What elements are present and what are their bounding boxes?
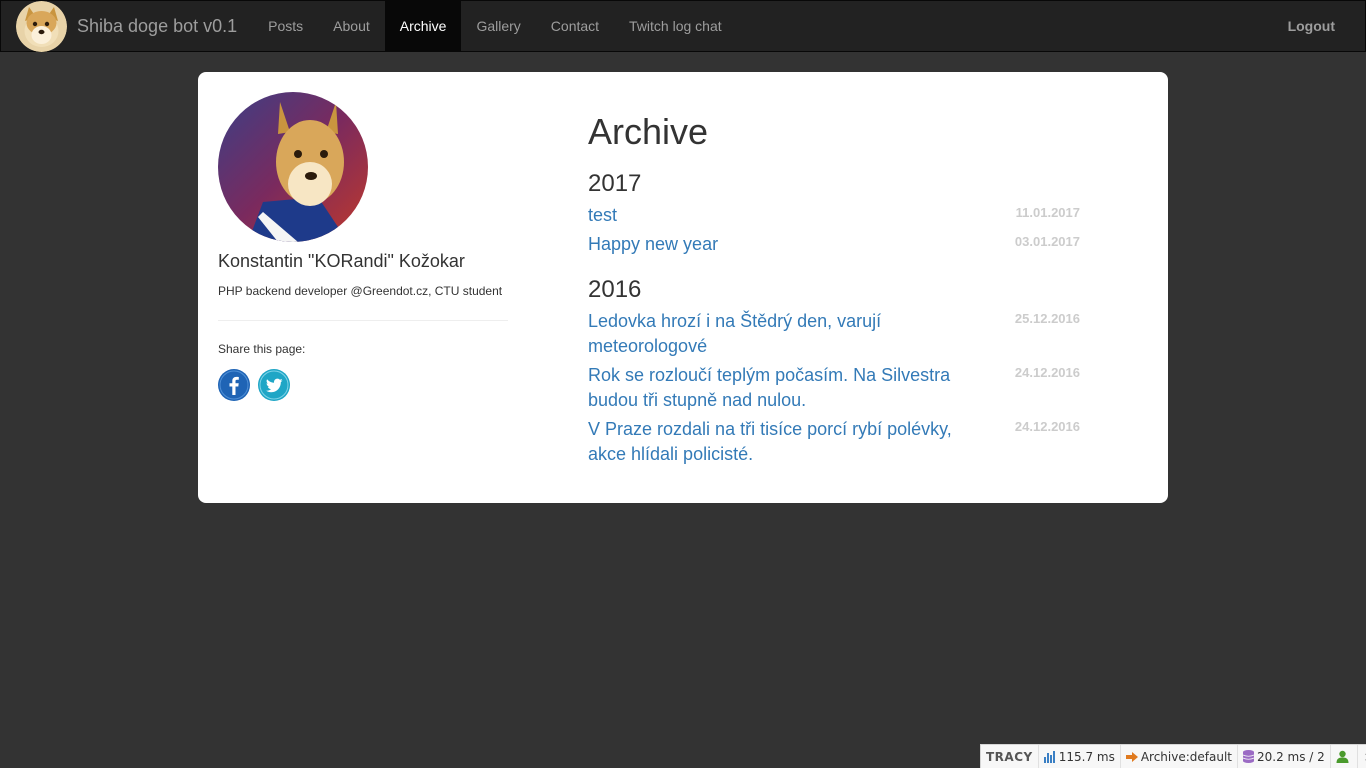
share-icons <box>218 369 508 401</box>
post-date: 03.01.2017 <box>1014 234 1080 249</box>
post-link[interactable]: Happy new year <box>588 232 958 257</box>
nav-archive[interactable]: Archive <box>384 1 462 51</box>
top-navbar: Shiba doge bot v0.1 Posts About Archive … <box>0 0 1366 52</box>
tracy-presenter: Archive:default <box>1140 749 1232 764</box>
nav-posts[interactable]: Posts <box>253 1 318 51</box>
avatar <box>218 92 368 242</box>
twitter-share-icon[interactable] <box>258 369 290 401</box>
post-date: 25.12.2016 <box>1014 311 1080 326</box>
tracy-time-panel[interactable]: 115.7 ms <box>1039 744 1121 768</box>
nav-gallery[interactable]: Gallery <box>461 1 535 51</box>
year-heading: 2016 <box>588 276 642 303</box>
tracy-db: 20.2 ms / 2 <box>1257 749 1325 764</box>
database-icon <box>1243 750 1254 763</box>
tracy-logo[interactable]: TRACY <box>981 744 1039 768</box>
post-link[interactable]: V Praze rozdali na tři tisíce porcí rybí… <box>588 417 958 467</box>
page-title: Archive <box>588 111 709 152</box>
post-link[interactable]: Ledovka hrozí i na Štědrý den, varují me… <box>588 309 958 359</box>
main-nav: Posts About Archive Gallery Contact Twit… <box>253 1 737 51</box>
post-row: Ledovka hrozí i na Štědrý den, varují me… <box>588 309 1088 359</box>
archive-section: Archive 2017 test 11.01.2017 Happy new y… <box>588 110 1088 467</box>
tracy-database-panel[interactable]: 20.2 ms / 2 <box>1238 744 1331 768</box>
post-row: test 11.01.2017 <box>588 203 1088 228</box>
doge-logo-icon <box>16 1 67 52</box>
post-link[interactable]: Rok se rozloučí teplým počasím. Na Silve… <box>588 363 958 413</box>
nav-about[interactable]: About <box>318 1 385 51</box>
tracy-close-button[interactable]: × <box>1358 750 1366 764</box>
post-row: Rok se rozloučí teplým počasím. Na Silve… <box>588 363 1088 413</box>
tracy-presenter-panel[interactable]: Archive:default <box>1121 744 1238 768</box>
nav-twitch-log-chat[interactable]: Twitch log chat <box>614 1 737 51</box>
profile-description: PHP backend developer @Greendot.cz, CTU … <box>218 284 503 298</box>
year-heading: 2017 <box>588 170 642 197</box>
tracy-user-panel[interactable] <box>1331 744 1358 768</box>
content-card: Konstantin "KORandi" Kožokar PHP backend… <box>198 72 1168 503</box>
post-date: 24.12.2016 <box>1014 419 1080 434</box>
nav-contact[interactable]: Contact <box>536 1 614 51</box>
brand-title: Shiba doge bot v0.1 <box>77 15 238 36</box>
post-date: 11.01.2017 <box>1015 205 1080 220</box>
arrow-right-icon <box>1125 751 1138 762</box>
brand-link[interactable]: Shiba doge bot v0.1 <box>1 1 253 52</box>
post-link[interactable]: test <box>588 203 958 228</box>
facebook-share-icon[interactable] <box>218 369 250 401</box>
tracy-time: 115.7 ms <box>1058 749 1115 764</box>
divider <box>218 320 508 321</box>
profile-name: Konstantin "KORandi" Kožokar <box>218 251 465 271</box>
profile-sidebar: Konstantin "KORandi" Kožokar PHP backend… <box>218 92 508 401</box>
share-label: Share this page: <box>218 342 306 356</box>
bar-chart-icon <box>1043 750 1055 763</box>
user-icon <box>1336 750 1349 763</box>
post-row: Happy new year 03.01.2017 <box>588 232 1088 257</box>
logout-link[interactable]: Logout <box>1288 1 1335 51</box>
tracy-debug-bar: TRACY 115.7 ms Archive:default 20.2 ms /… <box>980 744 1366 768</box>
post-row: V Praze rozdali na tři tisíce porcí rybí… <box>588 417 1088 467</box>
post-date: 24.12.2016 <box>1014 365 1080 380</box>
